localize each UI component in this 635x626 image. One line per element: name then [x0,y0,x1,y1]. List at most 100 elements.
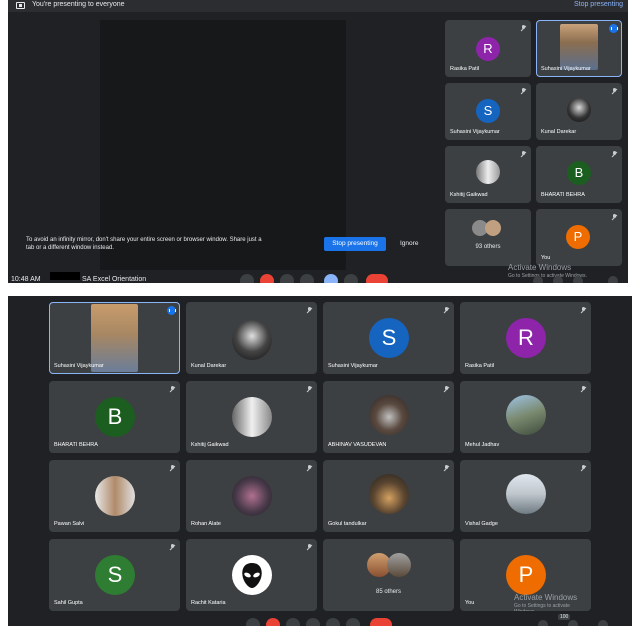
participant-tile[interactable]: R Rasika Patil [460,302,591,374]
profile-photo [232,320,272,360]
self-tile[interactable]: P You [536,209,622,266]
captions-button[interactable] [280,274,294,283]
profile-photo [506,395,546,435]
participant-tile[interactable]: Kunal Darekar [536,83,622,140]
info-button[interactable] [538,620,548,626]
avatar: B [567,161,591,185]
mic-off-icon [581,465,586,471]
raise-hand-button[interactable] [306,618,320,626]
mic-off-icon [170,386,175,392]
participant-name: BHARATI BEHRA [541,192,585,198]
banner-stop-presenting-link[interactable]: Stop presenting [574,1,623,8]
participant-tile[interactable]: Mehul Jadhav [460,381,591,453]
others-count-label: 93 others [475,244,501,250]
more-options-button[interactable] [344,274,358,283]
present-button[interactable] [326,618,340,626]
participant-tile[interactable]: Rachit Kataria [186,539,317,611]
presenting-banner-text: You're presenting to everyone [32,1,125,8]
avatar: P [506,555,546,595]
mic-button[interactable] [246,618,260,626]
people-button[interactable] [568,620,578,626]
mic-off-icon [581,386,586,392]
participant-name: Suhasini Vijaykumar [541,66,591,72]
ignore-button[interactable]: Ignore [400,240,418,247]
avatar: B [95,397,135,437]
end-call-button[interactable] [370,618,392,626]
more-options-button[interactable] [346,618,360,626]
participant-tile[interactable]: Kunal Darekar [186,302,317,374]
profile-photo [567,98,591,122]
self-tile[interactable]: P You Activate Windows Go to Settings to… [460,539,591,611]
participant-tile[interactable]: Kshitij Gaikwad [445,146,531,203]
end-call-button[interactable] [366,274,388,283]
participant-tile[interactable]: ABHINAV VASUDEVAN [323,381,454,453]
participant-name: Sahil Gupta [54,600,83,606]
mic-off-icon [521,151,526,157]
speaking-indicator-icon [167,306,176,315]
chat-button[interactable] [573,276,583,283]
mic-off-icon [581,307,586,313]
participant-tile[interactable]: Gokul tandulkar [323,460,454,532]
mic-button[interactable] [240,274,254,283]
mic-off-icon [307,465,312,471]
participant-name: Pawan Salvi [54,521,85,527]
camera-off-button[interactable] [260,274,274,283]
shared-screen-preview [100,20,346,270]
profile-photo [387,553,411,577]
mic-off-icon [170,465,175,471]
activate-windows-watermark: Activate Windows [508,263,572,272]
participant-tile[interactable]: B BHARATI BEHRA [49,381,180,453]
captions-button[interactable] [286,618,300,626]
others-tile[interactable]: 85 others [323,539,454,611]
mic-off-icon [521,88,526,94]
activities-button[interactable] [608,276,618,283]
mic-off-icon [444,386,449,392]
present-screen-icon [16,2,25,9]
mic-off-icon [307,544,312,550]
participant-tile[interactable]: Rohan Alate [186,460,317,532]
present-button[interactable] [324,274,338,283]
activate-windows-watermark: Activate Windows [514,593,578,602]
participant-tile-speaking[interactable]: Suhasini Vijaykumar [536,20,622,77]
camera-off-button[interactable] [266,618,280,626]
participant-tile[interactable]: R Rasika Patil [445,20,531,77]
participant-name: Suhasini Vijaykumar [54,363,104,369]
participant-name: Suhasini Vijaykumar [328,363,378,369]
mic-off-icon [307,307,312,313]
meet-window-grid: Suhasini Vijaykumar Kunal Darekar S Suha… [8,296,632,626]
mic-off-icon [612,88,617,94]
infinity-mirror-warning: To avoid an infinity mirror, don't share… [26,237,262,251]
mic-off-icon [521,25,526,31]
avatar: R [476,37,500,61]
stop-presenting-button[interactable]: Stop presenting [324,237,386,251]
meet-window-presenting: You're presenting to everyone Stop prese… [8,0,628,283]
avatar: R [506,318,546,358]
meeting-title: SA Excel Orientation [82,276,147,283]
others-tile[interactable]: 93 others [445,209,531,266]
avatar: P [566,225,590,249]
participant-tile[interactable]: Kshitij Gaikwad [186,381,317,453]
info-button[interactable] [533,276,543,283]
profile-photo [232,476,272,516]
participant-name: Gokul tandulkar [328,521,367,527]
participant-tile-speaking[interactable]: Suhasini Vijaykumar [49,302,180,374]
participant-tile[interactable]: S Sahil Gupta [49,539,180,611]
mic-off-icon [444,307,449,313]
activate-windows-settings: Go to Settings to activate Windows. [514,603,570,611]
profile-photo [95,476,135,516]
people-button[interactable] [553,276,563,283]
participant-tile[interactable]: Pawan Salvi [49,460,180,532]
redacted-area [50,272,80,280]
participant-name: Kshitij Gaikwad [450,192,488,198]
participant-name: Kshitij Gaikwad [191,442,229,448]
participant-tile[interactable]: S Suhasini Vijaykumar [445,83,531,140]
raise-hand-button[interactable] [300,274,314,283]
participant-video [560,24,598,70]
participant-name: You [465,600,475,606]
participant-tile[interactable]: B BHARATI BEHRA [536,146,622,203]
participant-tile[interactable]: S Suhasini Vijaykumar [323,302,454,374]
participant-tile[interactable]: Vishal Gadge [460,460,591,532]
presenting-banner: You're presenting to everyone Stop prese… [8,0,628,12]
chat-button[interactable] [598,620,608,626]
mic-off-icon [307,386,312,392]
